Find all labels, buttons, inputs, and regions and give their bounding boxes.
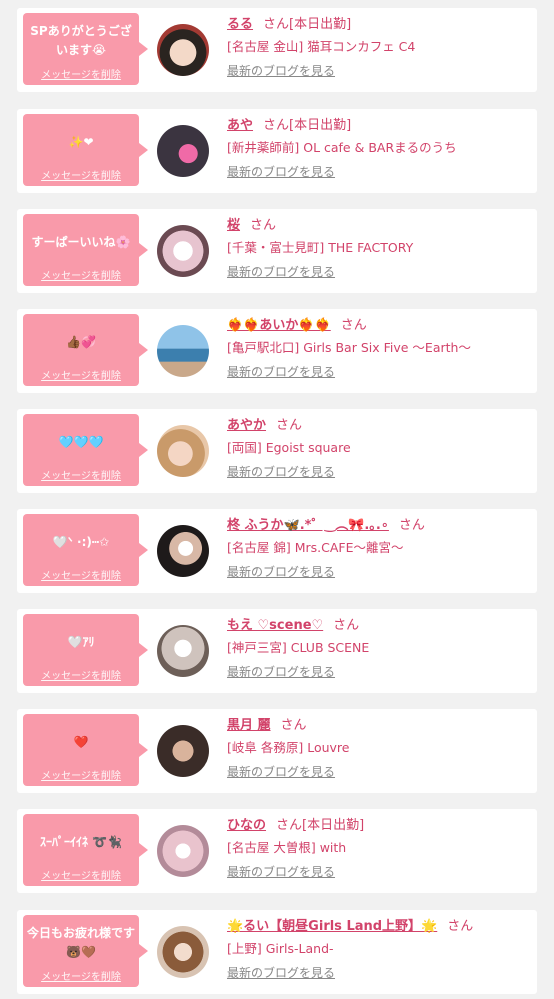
avatar[interactable]: [157, 725, 209, 777]
honorific: さん: [276, 818, 303, 833]
message-text: ｽｰﾊﾟｰｲｲﾈ ➰🐈‍⬛: [39, 834, 123, 849]
message-bubble: 👍🏾💞 メッセージを削除: [23, 314, 148, 386]
user-name-link[interactable]: あやか: [227, 418, 266, 433]
shop-info: [両国] Egoist square: [227, 440, 351, 455]
shop-info: [上野] Girls-Land-: [227, 941, 334, 956]
delete-message-link[interactable]: メッセージを削除: [23, 66, 139, 81]
avatar[interactable]: [157, 125, 209, 177]
delete-message-link[interactable]: メッセージを削除: [23, 467, 139, 482]
list-item: ✨❤ メッセージを削除 あや さん[本日出勤] [新井薬師前] OL cafe &…: [17, 109, 537, 193]
avatar[interactable]: [157, 225, 209, 277]
latest-blog-link[interactable]: 最新のブログを見る: [227, 360, 335, 384]
avatar[interactable]: [157, 825, 209, 877]
avatar[interactable]: [157, 425, 209, 477]
latest-blog-link[interactable]: 最新のブログを見る: [227, 560, 335, 584]
delete-message-link[interactable]: メッセージを削除: [23, 867, 139, 882]
honorific: さん: [280, 718, 307, 733]
delete-message-link[interactable]: メッセージを削除: [23, 167, 139, 182]
user-name-link[interactable]: ❤️‍🔥❤️‍🔥あいか❤️‍🔥❤️‍🔥: [227, 318, 331, 333]
honorific: さん: [333, 618, 360, 633]
avatar[interactable]: [157, 325, 209, 377]
honorific: さん: [447, 919, 474, 934]
shop-info: [新井薬師前] OL cafe & BARまるのうち: [227, 140, 457, 155]
user-name-link[interactable]: 黒月 麗: [227, 718, 271, 733]
avatar[interactable]: [157, 625, 209, 677]
avatar[interactable]: [157, 24, 209, 76]
latest-blog-link[interactable]: 最新のブログを見る: [227, 460, 335, 484]
list-item: 🩵🩵🩵 メッセージを削除 あやか さん [両国] Egoist square 最新…: [17, 409, 537, 493]
message-bubble: 今日もお疲れ様です🐻🤎 メッセージを削除: [23, 915, 148, 987]
honorific: さん: [340, 318, 367, 333]
latest-blog-link[interactable]: 最新のブログを見る: [227, 961, 335, 985]
message-list: SPありがとうございます😭 メッセージを削除 るる さん[本日出勤] [名古屋 金…: [0, 0, 554, 999]
honorific: さん: [276, 418, 303, 433]
list-item: 👍🏾💞 メッセージを削除 ❤️‍🔥❤️‍🔥あいか❤️‍🔥❤️‍🔥 さん [亀戸駅北…: [17, 309, 537, 393]
delete-message-link[interactable]: メッセージを削除: [23, 767, 139, 782]
list-item: SPありがとうございます😭 メッセージを削除 るる さん[本日出勤] [名古屋 金…: [17, 8, 537, 92]
delete-message-link[interactable]: メッセージを削除: [23, 367, 139, 382]
latest-blog-link[interactable]: 最新のブログを見る: [227, 160, 335, 184]
message-bubble: すーぱーいいね🌸 メッセージを削除: [23, 214, 148, 286]
honorific: さん: [250, 218, 277, 233]
message-bubble: 🩵🩵🩵 メッセージを削除: [23, 414, 148, 486]
honorific: さん: [263, 118, 290, 133]
delete-message-link[interactable]: メッセージを削除: [23, 267, 139, 282]
delete-message-link[interactable]: メッセージを削除: [23, 667, 139, 682]
latest-blog-link[interactable]: 最新のブログを見る: [227, 260, 335, 284]
shop-info: [名古屋 錦] Mrs.CAFE〜離宮〜: [227, 540, 404, 555]
list-item: ｽｰﾊﾟｰｲｲﾈ ➰🐈‍⬛ メッセージを削除 ひなの さん[本日出勤] [名古屋 …: [17, 809, 537, 893]
status-badge: [本日出勤]: [289, 17, 352, 32]
shop-info: [神戸三宮] CLUB SCENE: [227, 640, 370, 655]
user-name-link[interactable]: 桜: [227, 218, 240, 233]
list-item: 🤍ｱﾘ メッセージを削除 もえ ♡scene♡ さん [神戸三宮] CLUB SC…: [17, 609, 537, 693]
user-name-link[interactable]: 🌟るい【朝昼Girls Land上野】🌟: [227, 919, 437, 934]
message-text: ❤️: [73, 734, 89, 749]
honorific: さん: [263, 17, 290, 32]
message-text: 🩵🩵🩵: [58, 434, 104, 449]
delete-message-link[interactable]: メッセージを削除: [23, 567, 139, 582]
shop-info: [名古屋 大曽根] with: [227, 840, 347, 855]
status-badge: [本日出勤]: [289, 118, 352, 133]
latest-blog-link[interactable]: 最新のブログを見る: [227, 860, 335, 884]
avatar[interactable]: [157, 926, 209, 978]
message-bubble: 🤍ᐠ ·:)┅✩ メッセージを削除: [23, 514, 148, 586]
user-name-link[interactable]: るる: [227, 17, 253, 32]
message-bubble: ❤️ メッセージを削除: [23, 714, 148, 786]
message-text: SPありがとうございます😭: [30, 24, 132, 57]
latest-blog-link[interactable]: 最新のブログを見る: [227, 59, 335, 83]
list-item: 今日もお疲れ様です🐻🤎 メッセージを削除 🌟るい【朝昼Girls Land上野】…: [17, 910, 537, 994]
user-name-link[interactable]: もえ ♡scene♡: [227, 618, 323, 633]
message-text: すーぱーいいね🌸: [31, 234, 131, 249]
user-name-link[interactable]: ひなの: [227, 818, 266, 833]
honorific: さん: [398, 518, 425, 533]
user-name-link[interactable]: あや: [227, 118, 253, 133]
message-text: 🤍ｱﾘ: [67, 634, 95, 649]
message-bubble: SPありがとうございます😭 メッセージを削除: [23, 13, 148, 85]
message-text: 👍🏾💞: [66, 334, 96, 349]
latest-blog-link[interactable]: 最新のブログを見る: [227, 660, 335, 684]
message-text: 🤍ᐠ ·:)┅✩: [52, 534, 110, 549]
shop-info: [岐阜 各務原] Louvre: [227, 740, 350, 755]
shop-info: [名古屋 金山] 猫耳コンカフェ C4: [227, 39, 416, 54]
message-bubble: ✨❤ メッセージを削除: [23, 114, 148, 186]
list-item: すーぱーいいね🌸 メッセージを削除 桜さん [千葉・富士見町] THE FACT…: [17, 209, 537, 293]
shop-info: [亀戸駅北口] Girls Bar Six Five 〜Earth〜: [227, 340, 471, 355]
latest-blog-link[interactable]: 最新のブログを見る: [227, 760, 335, 784]
list-item: 🤍ᐠ ·:)┅✩ メッセージを削除 柊 ふうか🦋.*゜‿︵🎀.｡.∘ さん [名古…: [17, 509, 537, 593]
list-item: ❤️ メッセージを削除 黒月 麗さん [岐阜 各務原] Louvre 最新のブロ…: [17, 709, 537, 793]
delete-message-link[interactable]: メッセージを削除: [23, 968, 139, 983]
message-bubble: ｽｰﾊﾟｰｲｲﾈ ➰🐈‍⬛ メッセージを削除: [23, 814, 148, 886]
status-badge: [本日出勤]: [302, 818, 365, 833]
avatar[interactable]: [157, 525, 209, 577]
user-name-link[interactable]: 柊 ふうか🦋.*゜‿︵🎀.｡.∘: [227, 518, 389, 533]
message-text: 今日もお疲れ様です🐻🤎: [26, 926, 135, 959]
message-bubble: 🤍ｱﾘ メッセージを削除: [23, 614, 148, 686]
message-text: ✨❤: [68, 134, 94, 149]
shop-info: [千葉・富士見町] THE FACTORY: [227, 240, 414, 255]
